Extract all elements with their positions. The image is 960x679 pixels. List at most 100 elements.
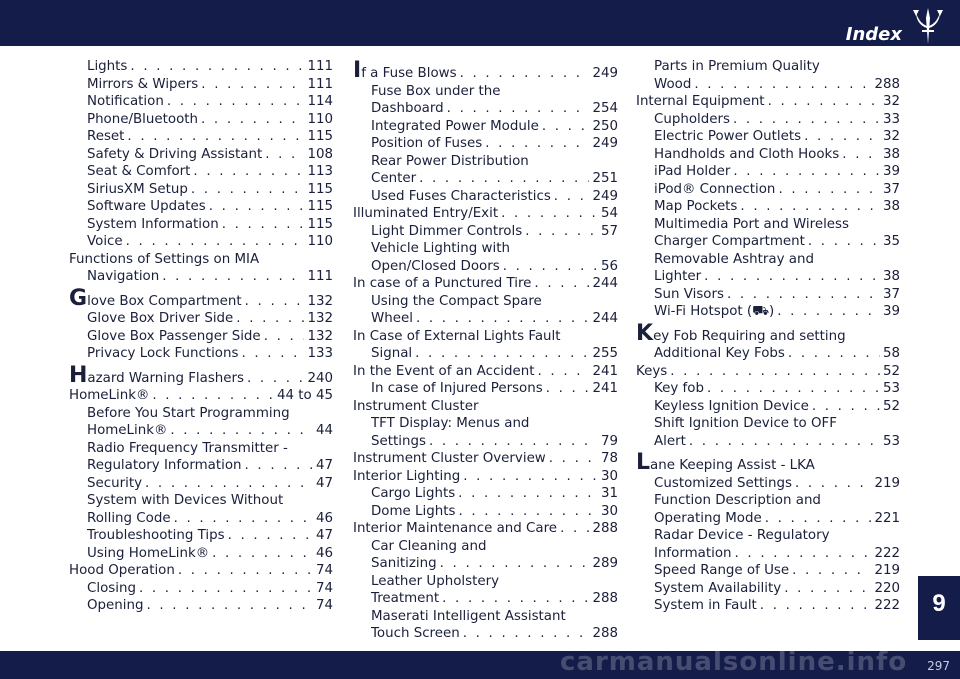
index-entry-page: 115: [307, 199, 333, 214]
index-entry-text: Mirrors & Wipers: [87, 76, 199, 92]
index-entry-page: 219: [874, 563, 900, 578]
dot-leader: [735, 545, 872, 563]
index-entry: Used Fuses Characteristics 249: [353, 188, 618, 206]
index-entry: Rolling Code 46: [69, 510, 333, 528]
index-entry-page: 32: [882, 129, 900, 144]
index-entry: In Case of External Lights Fault: [353, 328, 618, 346]
index-entry: HomeLink® 44: [69, 422, 333, 440]
dot-leader: [560, 520, 589, 538]
index-entry: Regulatory Information 47: [69, 457, 333, 475]
watermark-text: carmanualsonline.info: [560, 647, 908, 677]
index-entry-text: Phone/Bluetooth: [87, 111, 198, 127]
page-number: 297: [927, 659, 950, 673]
dot-leader: [241, 345, 304, 363]
index-entry-text: Wheel: [371, 311, 413, 326]
chapter-tab[interactable]: 9: [918, 576, 960, 640]
index-entry-page: 53: [882, 433, 900, 449]
index-entry-page: 31: [600, 486, 618, 501]
index-entry-text: Illuminated Entry/Exit: [353, 206, 499, 221]
index-entry: Wheel 244: [353, 310, 618, 328]
index-entry-text: Sun Visors: [654, 286, 724, 302]
index-entry: Using HomeLink® 46: [69, 545, 333, 563]
dot-leader: [808, 233, 880, 251]
index-entry-page: 110: [307, 111, 333, 127]
index-entry: Safety & Driving Assistant 108: [69, 146, 333, 164]
index-entry-text: HomeLink®: [69, 388, 150, 403]
index-entry: Keyless Ignition Device 52: [636, 398, 900, 416]
index-entry: Illuminated Entry/Exit 54: [353, 205, 618, 223]
index-column-1: Lights111Mirrors & Wipers111Notification…: [69, 58, 333, 615]
index-entry: Mirrors & Wipers 111: [69, 76, 333, 94]
dot-leader: [788, 345, 880, 363]
index-entry: System with Devices Without: [69, 492, 333, 510]
index-entry-page: 47: [315, 528, 333, 543]
dot-leader: [201, 76, 304, 94]
index-entry-text: Rolling Code: [87, 510, 171, 526]
index-entry-text: Notification: [87, 94, 164, 109]
index-entry-page: 33: [882, 111, 900, 127]
index-entry-page: 251: [592, 171, 618, 186]
dot-leader: [554, 188, 590, 206]
index-entry-page: 114: [307, 94, 333, 109]
dot-leader: [178, 562, 313, 580]
index-entry-text: Wood: [654, 76, 692, 92]
footer-bar: carmanualsonline.info 297: [0, 647, 960, 679]
index-entry-text: iPad Holder: [654, 164, 731, 179]
index-entry-text: Interior Maintenance and Care: [353, 521, 558, 536]
index-entry: Lane Keeping Assist - LKA: [636, 450, 900, 475]
index-entry-page: 74: [315, 598, 333, 613]
index-entry-page: 115: [307, 129, 333, 144]
index-entry-page: 39: [882, 304, 900, 319]
index-entry-text: Functions of Settings on MIA: [69, 251, 260, 267]
index-entry: Settings 79: [353, 433, 618, 451]
dot-leader: [447, 100, 590, 118]
index-entry: Security 47: [69, 475, 333, 493]
index-entry-page: 222: [874, 545, 900, 561]
index-entry-text: Instrument Cluster: [353, 398, 479, 414]
index-entry: Wood 288: [636, 76, 900, 94]
index-entry-page: 57: [600, 223, 618, 239]
index-entry-text: Lights: [87, 59, 128, 74]
index-entry-page: 249: [592, 136, 618, 151]
index-entry-page: 222: [874, 598, 900, 613]
index-entry: Speed Range of Use 219: [636, 562, 900, 580]
dot-leader: [247, 370, 304, 388]
index-entry-page: 38: [882, 269, 900, 284]
index-entry-text: Navigation: [87, 269, 160, 284]
index-entry: In case of Injured Persons 241: [353, 380, 618, 398]
index-entry-page: 288: [592, 626, 618, 641]
index-entry-text: Radar Device - Regulatory: [654, 528, 830, 543]
index-entry-page: 47: [315, 458, 333, 473]
index-entry: Notification 114: [69, 93, 333, 111]
index-entry-text: Hood Operation: [69, 563, 175, 578]
index-entry: Lighter 38: [636, 268, 900, 286]
index-entry-text: Glove Box Driver Side: [87, 311, 234, 326]
index-entry: Vehicle Lighting with: [353, 240, 618, 258]
index-entry-text: Additional Key Fobs: [654, 346, 785, 361]
index-entry-text: Key Fob Requiring and setting: [636, 320, 846, 346]
index-entry-page: 115: [307, 181, 333, 197]
index-entry-page: 37: [882, 181, 900, 197]
index-entry-page: 79: [600, 433, 618, 449]
dot-leader: [170, 422, 313, 440]
index-entry-text: Interior Lighting: [353, 468, 461, 484]
index-entry-page: 288: [874, 76, 900, 92]
dot-leader: [733, 111, 880, 129]
index-entry: Voice 110: [69, 233, 333, 251]
index-entry: Function Description and: [636, 492, 900, 510]
index-entry-page: 288: [592, 521, 618, 536]
index-entry-page: 35: [882, 234, 900, 249]
index-entry-page: 240: [307, 370, 333, 386]
index-entry: Light Dimmer Controls 57: [353, 223, 618, 241]
index-entry-page: 113: [307, 164, 333, 179]
index-entry-page: 108: [307, 146, 333, 162]
index-entry-text: Software Updates: [87, 199, 206, 214]
index-entry-text: Position of Fuses: [371, 136, 483, 151]
index-entry-page: 78: [600, 451, 618, 466]
index-entry: Radar Device - Regulatory: [636, 527, 900, 545]
dot-leader: [174, 510, 313, 528]
index-entry-text: Map Pockets: [654, 199, 738, 214]
dot-leader: [542, 118, 590, 136]
index-entry-page: 74: [315, 563, 333, 578]
index-entry-text: System with Devices Without: [87, 493, 284, 508]
